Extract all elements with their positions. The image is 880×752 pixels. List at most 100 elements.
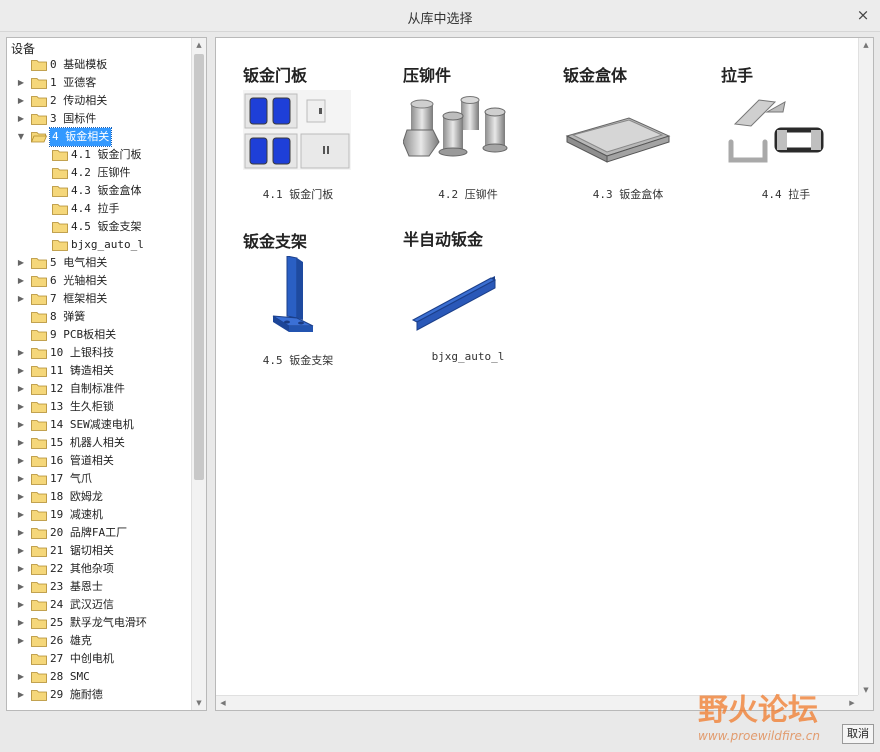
folder-icon <box>31 330 47 341</box>
tree-item[interactable]: ▶ 22 其他杂项 <box>7 560 193 578</box>
tree-item[interactable]: 4.2 压铆件 <box>7 164 193 182</box>
tree-item[interactable]: ▶ 26 雄克 <box>7 632 193 650</box>
tree-item[interactable]: ▶ 12 自制标准件 <box>7 380 193 398</box>
tree-item[interactable]: ▶ 20 品牌FA工厂 <box>7 524 193 542</box>
card-caption: 4.3 钣金盒体 <box>592 188 664 201</box>
watermark-text: 野火论坛 <box>698 693 818 728</box>
expand-arrow-icon[interactable]: ▶ <box>16 452 26 470</box>
folder-icon <box>31 420 47 431</box>
tree-item[interactable]: 4.1 钣金门板 <box>7 146 193 164</box>
folder-icon <box>31 510 47 521</box>
expand-arrow-icon[interactable]: ▶ <box>16 596 26 614</box>
tree-item[interactable]: ▶ 5 电气相关 <box>7 254 193 272</box>
folder-icon <box>52 150 68 161</box>
tree-item[interactable]: 4.4 拉手 <box>7 200 193 218</box>
scroll-thumb[interactable] <box>194 54 204 480</box>
expand-arrow-icon[interactable]: ▶ <box>16 434 26 452</box>
tree-item[interactable]: ▶ 11 铸造相关 <box>7 362 193 380</box>
tree-item[interactable]: ▶ 28 SMC <box>7 668 193 686</box>
card-caption: 4.1 钣金门板 <box>262 188 334 201</box>
content-vertical-scrollbar[interactable]: ▲ ▼ <box>858 38 873 697</box>
tree-item[interactable]: ▶ 3 国标件 <box>7 110 193 128</box>
card-caption: 4.2 压铆件 <box>438 188 498 201</box>
folder-icon <box>31 78 47 89</box>
expand-arrow-icon[interactable]: ▶ <box>16 542 26 560</box>
tree-item-label: 4.2 压铆件 <box>71 166 131 179</box>
tree-item[interactable]: ▶ 1 亚德客 <box>7 74 193 92</box>
expand-arrow-icon[interactable]: ▶ <box>16 506 26 524</box>
expand-arrow-icon[interactable]: ▶ <box>16 632 26 650</box>
expand-arrow-icon[interactable]: ▶ <box>16 362 26 380</box>
close-icon[interactable]: × <box>854 6 872 24</box>
expand-arrow-icon[interactable]: ▶ <box>16 92 26 110</box>
expand-arrow-icon[interactable]: ▶ <box>16 110 26 128</box>
tree-vertical-scrollbar[interactable]: ▲ ▼ <box>191 38 206 710</box>
scroll-up-icon[interactable]: ▲ <box>859 38 873 52</box>
tree-item[interactable]: ▶ 25 默孚龙气电滑环 <box>7 614 193 632</box>
forum-watermark-logo: 野火论坛 www.proewildfire.cn <box>698 693 820 743</box>
expand-arrow-icon[interactable]: ▶ <box>16 668 26 686</box>
expand-arrow-icon[interactable]: ▶ <box>16 614 26 632</box>
tree-item-label: 14 SEW减速电机 <box>50 418 134 431</box>
tree-item[interactable]: 9 PCB板相关 <box>7 326 193 344</box>
tree-item[interactable]: ▶ 14 SEW减速电机 <box>7 416 193 434</box>
tree-item[interactable]: ▶ 6 光轴相关 <box>7 272 193 290</box>
tree-item[interactable]: ▶ 24 武汉迈信 <box>7 596 193 614</box>
tree-item-label: 6 光轴相关 <box>50 274 108 287</box>
tree-root-label[interactable]: 设备 <box>11 40 35 57</box>
expand-arrow-icon[interactable]: ▶ <box>16 488 26 506</box>
expand-arrow-icon[interactable]: ▶ <box>16 560 26 578</box>
tree-item[interactable]: ▼ 4 钣金相关 <box>7 127 193 147</box>
expand-arrow-icon[interactable]: ▶ <box>16 272 26 290</box>
l-bracket-icon <box>272 256 314 332</box>
expand-arrow-icon[interactable]: ▶ <box>16 290 26 308</box>
folder-icon <box>31 96 47 107</box>
folder-icon <box>31 258 47 269</box>
tree-item[interactable]: ▶ 2 传动相关 <box>7 92 193 110</box>
expand-arrow-icon[interactable]: ▶ <box>16 380 26 398</box>
tree-item[interactable]: ▶ 7 框架相关 <box>7 290 193 308</box>
folder-icon <box>31 672 47 683</box>
card-caption: 4.5 钣金支架 <box>262 354 334 367</box>
tree-item[interactable]: 8 弹簧 <box>7 308 193 326</box>
expand-arrow-icon[interactable]: ▶ <box>16 470 26 488</box>
expand-arrow-icon[interactable]: ▶ <box>16 686 26 704</box>
tree-item[interactable]: bjxg_auto_l <box>7 236 193 254</box>
expand-arrow-icon[interactable]: ▶ <box>16 578 26 596</box>
folder-icon <box>31 294 47 305</box>
tree-item[interactable]: ▶ 13 生久柜锁 <box>7 398 193 416</box>
tree-item[interactable]: ▶ 19 减速机 <box>7 506 193 524</box>
tree-item[interactable]: ▶ 21 锯切相关 <box>7 542 193 560</box>
tree-item[interactable]: 0 基础模板 <box>7 56 193 74</box>
scroll-down-icon[interactable]: ▼ <box>192 696 206 710</box>
tree-item-label: 11 铸造相关 <box>50 364 114 377</box>
scroll-up-icon[interactable]: ▲ <box>192 38 206 52</box>
folder-icon <box>31 636 47 647</box>
tree-item[interactable]: 27 中创电机 <box>7 650 193 668</box>
tree-item-label: 23 基恩士 <box>50 580 103 593</box>
expand-arrow-icon[interactable]: ▶ <box>16 74 26 92</box>
tree-item[interactable]: ▶ 15 机器人相关 <box>7 434 193 452</box>
tree-item[interactable]: ▶ 17 气爪 <box>7 470 193 488</box>
tree-item-label: 7 框架相关 <box>50 292 108 305</box>
expand-arrow-icon[interactable]: ▶ <box>16 416 26 434</box>
folder-icon <box>31 582 47 593</box>
tree-item[interactable]: ▶ 29 施耐德 <box>7 686 193 704</box>
tree-item-label: 4.5 钣金支架 <box>71 220 142 233</box>
tree-item[interactable]: 4.3 钣金盒体 <box>7 182 193 200</box>
folder-icon <box>31 402 47 413</box>
folder-icon <box>31 492 47 503</box>
scroll-left-icon[interactable]: ◀ <box>216 696 230 710</box>
expanded-arrow-icon[interactable]: ▼ <box>16 128 26 146</box>
expand-arrow-icon[interactable]: ▶ <box>16 398 26 416</box>
expand-arrow-icon[interactable]: ▶ <box>16 254 26 272</box>
tree-item[interactable]: ▶ 10 上银科技 <box>7 344 193 362</box>
tree-item[interactable]: 4.5 钣金支架 <box>7 218 193 236</box>
expand-arrow-icon[interactable]: ▶ <box>16 344 26 362</box>
tree-item[interactable]: ▶ 18 欧姆龙 <box>7 488 193 506</box>
tree-item[interactable]: ▶ 23 基恩士 <box>7 578 193 596</box>
cancel-button[interactable]: 取消 <box>842 724 874 744</box>
expand-arrow-icon[interactable]: ▶ <box>16 524 26 542</box>
tree-item[interactable]: ▶ 16 管道相关 <box>7 452 193 470</box>
folder-icon <box>31 618 47 629</box>
